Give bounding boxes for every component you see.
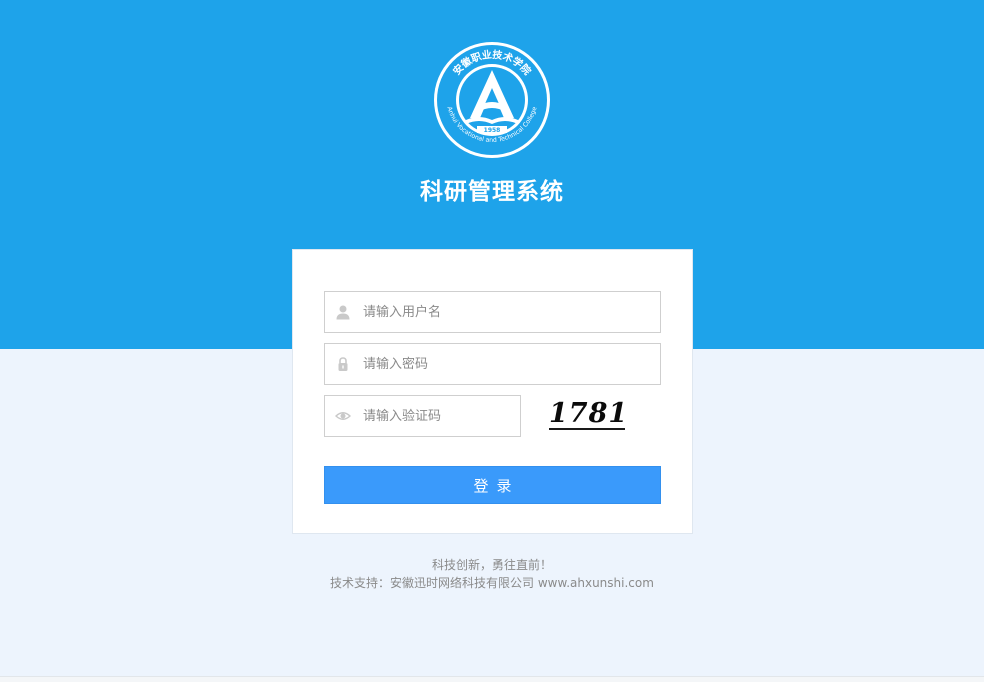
password-input[interactable] bbox=[363, 344, 653, 384]
login-button[interactable]: 登录 bbox=[324, 466, 661, 504]
eye-icon bbox=[335, 412, 351, 420]
captcha-input[interactable] bbox=[363, 396, 513, 436]
login-page: 安徽职业技术学院 Anhui Vocational and Technical … bbox=[0, 0, 984, 682]
username-field bbox=[324, 291, 661, 333]
password-field bbox=[324, 343, 661, 385]
footer-support: 技术支持：安徽迅时网络科技有限公司 www.ahxunshi.com bbox=[330, 576, 654, 590]
captcha-code: 1781 bbox=[549, 398, 629, 429]
footer-slogan: 科技创新，勇往直前！ bbox=[431, 558, 552, 572]
captcha-underline bbox=[549, 428, 625, 430]
logo-year: 1958 bbox=[484, 127, 501, 134]
captcha-image[interactable]: 1781 bbox=[549, 398, 629, 432]
page-title: 科研管理系统 bbox=[420, 179, 564, 205]
username-input[interactable] bbox=[363, 292, 653, 332]
lock-icon bbox=[338, 357, 348, 371]
captcha-field bbox=[324, 395, 521, 437]
college-logo: 安徽职业技术学院 Anhui Vocational and Technical … bbox=[434, 42, 550, 158]
user-icon bbox=[336, 305, 350, 320]
login-card: 1781 登录 bbox=[292, 249, 693, 534]
bottom-strip bbox=[0, 676, 984, 682]
